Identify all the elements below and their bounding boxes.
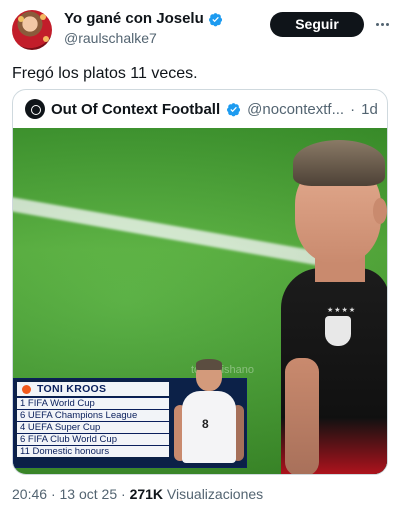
honours-overlay: TONI KROOS 1 FIFA World Cup 6 UEFA Champ… (13, 359, 247, 468)
quoted-media-image[interactable]: totalerishano ★★★★ TONI KROOS 1 FIFA Wor… (13, 128, 387, 474)
verified-badge-icon (208, 12, 222, 26)
tweet-header: Yo gané con Joselu @raulschalke7 Seguir (0, 0, 400, 56)
overlay-player-figure: 8 (174, 359, 244, 467)
tweet-date[interactable]: 13 oct 25 (60, 486, 118, 502)
verified-badge-icon (227, 102, 241, 116)
author-handle[interactable]: @raulschalke7 (64, 29, 223, 47)
quoted-author-name[interactable]: Out Of Context Football (51, 101, 220, 118)
author-avatar[interactable] (12, 10, 52, 50)
quoted-tweet-header: Out Of Context Football @nocontextf... ·… (13, 90, 387, 128)
views-label[interactable]: Visualizaciones (167, 486, 263, 502)
tweet-time[interactable]: 20:46 (12, 486, 47, 502)
honours-title: TONI KROOS (37, 383, 107, 395)
team-crest-icon (325, 316, 351, 346)
more-options-icon[interactable] (372, 14, 392, 34)
player-figure: ★★★★ (281, 128, 387, 474)
separator-dot: · (121, 486, 126, 502)
honour-row: 1 FIFA World Cup (17, 397, 169, 409)
honour-row: 6 FIFA Club World Cup (17, 433, 169, 445)
bullet-dot-icon (22, 384, 31, 394)
view-count[interactable]: 271K (130, 486, 163, 502)
separator-dot: · (50, 486, 56, 502)
quoted-tweet-time[interactable]: 1d (361, 101, 378, 118)
honours-title-bar: TONI KROOS (17, 382, 169, 396)
honour-row: 4 UEFA Super Cup (17, 421, 169, 433)
author-display-name[interactable]: Yo gané con Joselu (64, 10, 204, 28)
honour-row: 6 UEFA Champions League (17, 409, 169, 421)
separator-dot: · (350, 100, 356, 118)
shirt-number: 8 (202, 417, 209, 431)
quoted-author-avatar[interactable] (25, 99, 45, 119)
tweet-text: Fregó los platos 11 veces. (12, 65, 198, 82)
quoted-tweet[interactable]: Out Of Context Football @nocontextf... ·… (12, 89, 388, 475)
author-name-row[interactable]: Yo gané con Joselu (64, 10, 223, 28)
quoted-author-handle[interactable]: @nocontextf... (247, 101, 344, 118)
tweet-meta: 20:46 · 13 oct 25 · 271K Visualizaciones (12, 486, 263, 502)
follow-button[interactable]: Seguir (270, 12, 364, 37)
honour-row: 11 Domestic honours (17, 445, 169, 457)
author-names: Yo gané con Joselu @raulschalke7 (64, 10, 223, 47)
